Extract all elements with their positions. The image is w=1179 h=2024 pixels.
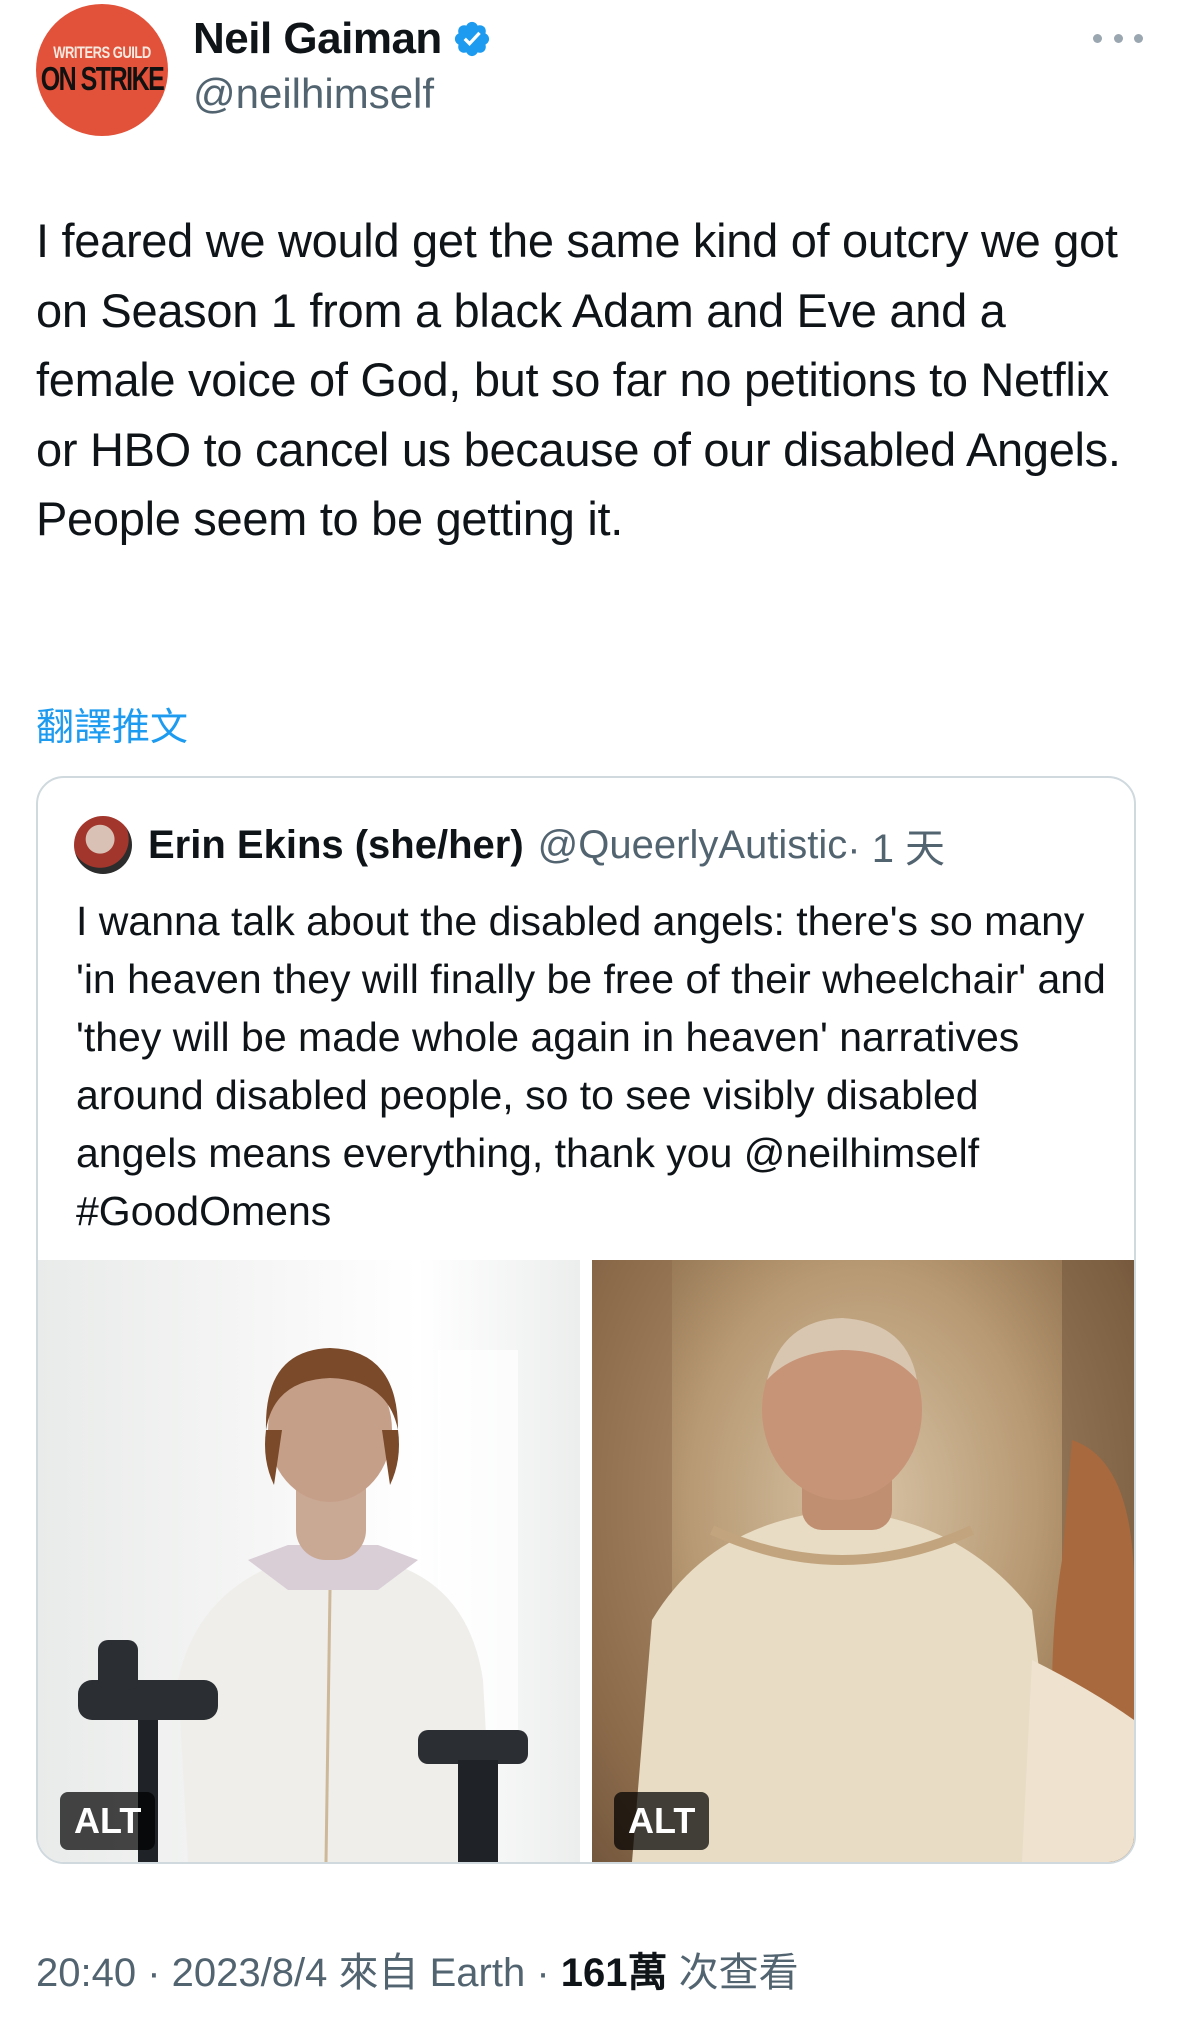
quoted-tweet-time[interactable]: · 1 天 bbox=[847, 816, 945, 874]
more-horizontal-icon[interactable] bbox=[1093, 26, 1143, 50]
alt-badge[interactable]: ALT bbox=[614, 1792, 710, 1850]
views-label: 次查看 bbox=[667, 1951, 799, 1995]
author-avatar[interactable]: WRITERS GUILD ON STRIKE bbox=[36, 4, 168, 136]
tweet-text: I feared we would get the same kind of o… bbox=[36, 214, 1121, 545]
quoted-author-handle[interactable]: @QueerlyAutistic bbox=[538, 823, 848, 868]
translate-tweet-link[interactable]: 翻譯推文 bbox=[36, 696, 188, 751]
media-image-2[interactable]: ALT bbox=[592, 1260, 1134, 1862]
media-image-1-illustration bbox=[78, 1348, 528, 1862]
verified-badge-icon bbox=[452, 19, 492, 59]
meta-separator: · bbox=[525, 1951, 561, 1995]
quoted-tweet-card[interactable]: Erin Ekins (she/her) @QueerlyAutistic · … bbox=[36, 776, 1136, 1864]
alt-badge[interactable]: ALT bbox=[60, 1792, 156, 1850]
tweet-source: 來自 Earth bbox=[327, 1951, 526, 1995]
media-image-1[interactable]: ALT bbox=[38, 1260, 580, 1862]
author-name-row: Neil Gaiman bbox=[193, 14, 492, 64]
author-handle[interactable]: @neilhimself bbox=[193, 70, 434, 118]
media-image-2-illustration bbox=[592, 1260, 1134, 1862]
author-display-name[interactable]: Neil Gaiman bbox=[193, 14, 442, 64]
avatar-text-line2: ON STRIKE bbox=[40, 60, 165, 98]
quoted-author-display-name[interactable]: Erin Ekins (she/her) bbox=[148, 823, 524, 868]
quoted-author-avatar[interactable] bbox=[74, 816, 132, 874]
quoted-tweet-header: Erin Ekins (she/her) @QueerlyAutistic · … bbox=[74, 816, 945, 874]
tweet-header: WRITERS GUILD ON STRIKE Neil Gaiman @nei… bbox=[36, 0, 1143, 150]
tweet-time[interactable]: 20:40 bbox=[36, 1951, 136, 1995]
views-count: 161萬 bbox=[560, 1951, 668, 1995]
meta-separator: · bbox=[136, 1951, 172, 1995]
quoted-tweet-media: ALT ALT bbox=[38, 1260, 1134, 1862]
tweet-date[interactable]: 2023/8/4 bbox=[172, 1951, 328, 1995]
quoted-tweet-text: I wanna talk about the disabled angels: … bbox=[76, 898, 1106, 1234]
media-divider bbox=[580, 1260, 592, 1862]
tweet-meta: 20:40 · 2023/8/4 來自 Earth · 161萬 次查看 bbox=[36, 1940, 799, 1998]
